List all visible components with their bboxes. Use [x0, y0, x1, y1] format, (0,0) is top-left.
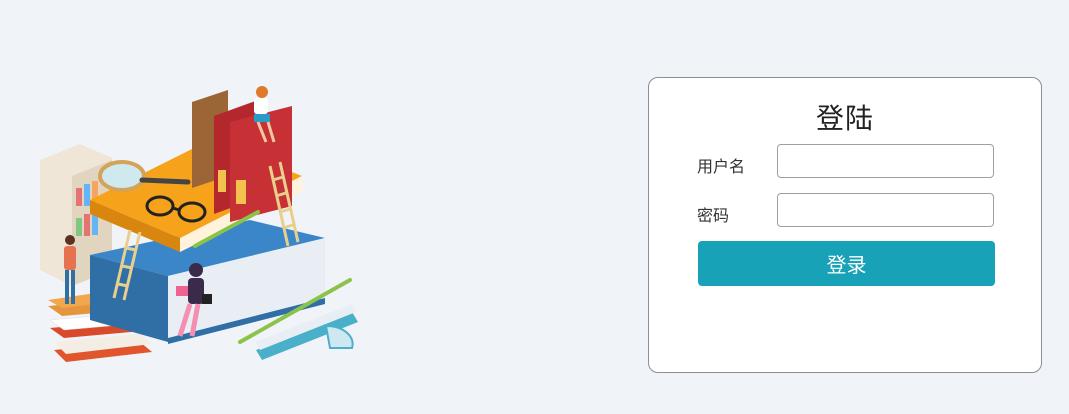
- login-card: 登陆 用户名 密码 登录: [648, 77, 1042, 373]
- username-label: 用户名: [697, 157, 746, 176]
- password-input[interactable]: [777, 193, 994, 227]
- books-illustration: [40, 86, 358, 362]
- login-title: 登陆: [815, 102, 874, 135]
- password-label: 密码: [697, 206, 730, 225]
- username-input[interactable]: [777, 144, 994, 178]
- login-button[interactable]: 登录: [698, 241, 995, 286]
